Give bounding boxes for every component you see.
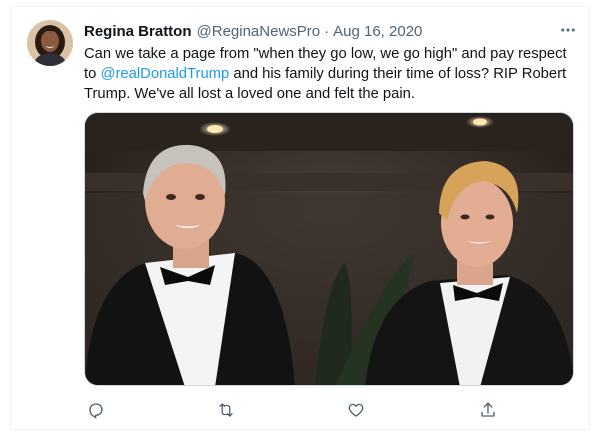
avatar-image bbox=[27, 20, 73, 66]
retweet-icon[interactable] bbox=[214, 398, 238, 422]
like-icon[interactable] bbox=[344, 398, 368, 422]
separator: · bbox=[324, 22, 330, 40]
more-icon[interactable] bbox=[556, 18, 580, 42]
tweet-text: Can we take a page from "when they go lo… bbox=[84, 44, 580, 104]
tweet-actions bbox=[84, 398, 504, 422]
display-name[interactable]: Regina Bratton bbox=[84, 23, 192, 40]
share-icon[interactable] bbox=[476, 398, 500, 422]
tweet-photo[interactable] bbox=[84, 112, 574, 386]
mention-link[interactable]: @realDonaldTrump bbox=[100, 66, 229, 82]
user-handle[interactable]: @ReginaNewsPro bbox=[197, 23, 321, 40]
reply-icon[interactable] bbox=[84, 398, 108, 422]
tweet-date[interactable]: Aug 16, 2020 bbox=[333, 23, 422, 40]
photo-two-men-in-tuxedos bbox=[85, 113, 573, 385]
tweet-header: Regina Bratton @ReginaNewsPro · Aug 16, … bbox=[84, 20, 580, 42]
avatar[interactable] bbox=[27, 20, 73, 66]
